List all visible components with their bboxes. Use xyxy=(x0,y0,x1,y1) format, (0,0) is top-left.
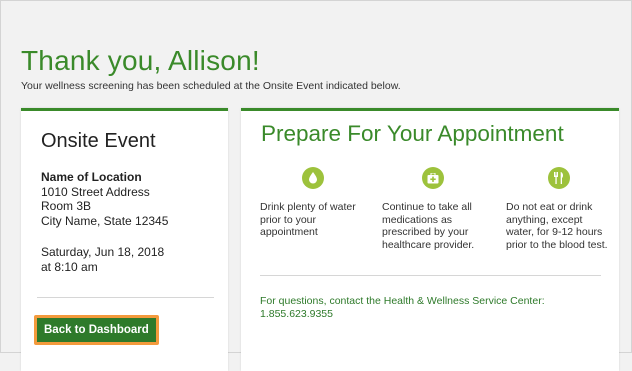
page-frame: Thank you, Allison! Your wellness screen… xyxy=(0,0,632,371)
prepare-card: Prepare For Your Appointment Drink plent… xyxy=(241,108,619,371)
prep-item-text: Continue to take all medications as pres… xyxy=(382,201,475,251)
event-date: Saturday, Jun 18, 2018 xyxy=(41,245,165,259)
water-drop-icon xyxy=(302,167,324,189)
event-datetime: Saturday, Jun 18, 2018 at 8:10 am xyxy=(41,245,164,274)
prepare-title: Prepare For Your Appointment xyxy=(261,121,564,146)
contact-text: For questions, contact the Health & Well… xyxy=(260,295,545,307)
prep-item-text: Do not eat or drink anything, except wat… xyxy=(506,201,608,251)
page-subtitle: Your wellness screening has been schedul… xyxy=(21,80,401,92)
event-card-title: Onsite Event xyxy=(41,130,156,152)
prepare-card-divider xyxy=(260,275,601,276)
utensils-icon xyxy=(548,167,570,189)
address-line-1: 1010 Street Address xyxy=(41,184,150,199)
event-card-divider xyxy=(37,297,214,298)
address-line-2: Room 3B xyxy=(41,199,92,213)
event-location: Name of Location 1010 Street Address Roo… xyxy=(41,170,168,228)
prep-item-text: Drink plenty of water prior to your appo… xyxy=(260,201,356,239)
location-name: Name of Location xyxy=(41,170,142,184)
page-title: Thank you, Allison! xyxy=(21,45,260,76)
city-state-zip: City Name, State 12345 xyxy=(41,213,169,228)
medication-kit-icon xyxy=(422,167,444,189)
back-to-dashboard-button[interactable]: Back to Dashboard xyxy=(37,318,156,342)
event-time: at 8:10 am xyxy=(41,259,98,274)
button-highlight: Back to Dashboard xyxy=(34,315,159,345)
contact-phone: 1.855.623.9355 xyxy=(260,308,333,320)
contact-info: For questions, contact the Health & Well… xyxy=(260,295,605,321)
